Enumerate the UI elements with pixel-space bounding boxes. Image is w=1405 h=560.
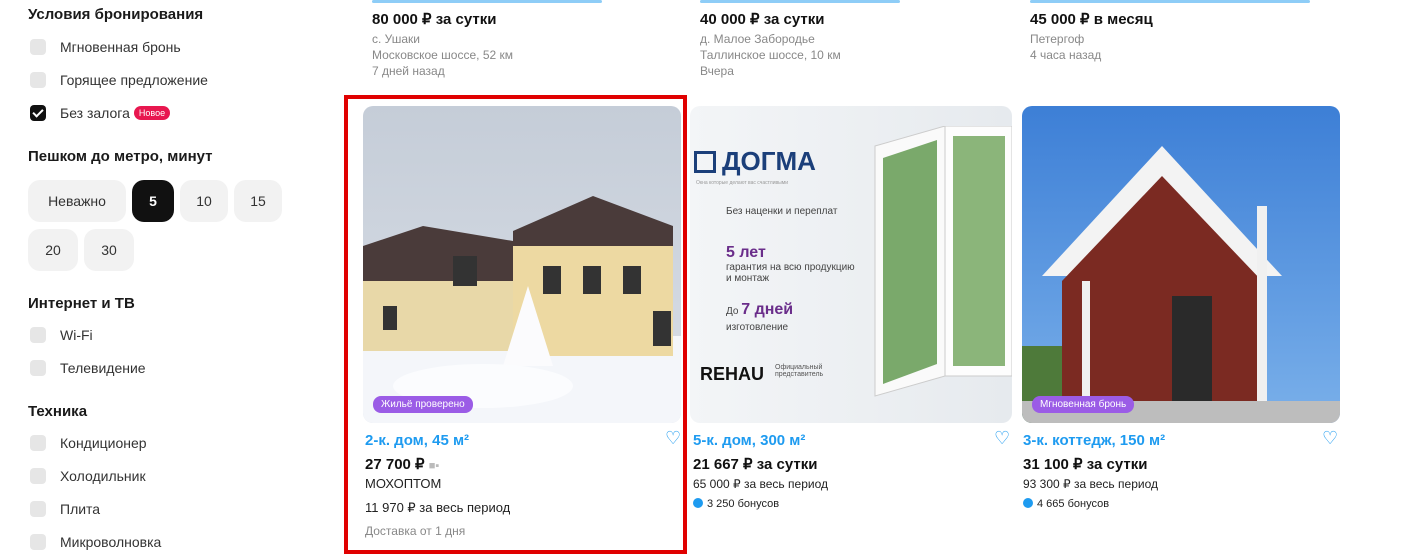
listing-bonus: 4 665 бонусов xyxy=(1023,495,1343,513)
checkbox[interactable] xyxy=(30,468,46,484)
checkbox[interactable] xyxy=(30,501,46,517)
filter-label: Холодильник xyxy=(60,468,146,484)
ad-partner-note: Официальный представитель xyxy=(775,364,824,378)
filter-label: Телевидение xyxy=(60,360,146,376)
listing-card-top-3[interactable]: 45 000 ₽ в месяц Петергоф 4 часа назад xyxy=(1030,0,1340,63)
metro-chip-5[interactable]: 5 xyxy=(132,180,174,222)
filter-tv[interactable]: Телевидение xyxy=(30,360,146,376)
cut-title xyxy=(372,0,602,3)
listing-bonus: 3 250 бонусов xyxy=(693,495,1013,513)
internet-section-title: Интернет и ТВ xyxy=(28,295,135,312)
filter-label: Кондиционер xyxy=(60,435,147,451)
highlight-box xyxy=(344,95,687,554)
listing-location: с. Ушаки xyxy=(372,32,421,46)
listing-card-2[interactable]: 5-к. дом, 300 м² 21 667 ₽ за сутки 65 00… xyxy=(693,432,1013,513)
listing-date: Вчера xyxy=(700,64,734,78)
listing-title-link[interactable]: 3-к. коттедж, 150 м² xyxy=(1023,432,1343,449)
listing-card-top-2[interactable]: 40 000 ₽ за сутки д. Малое Забородье Тал… xyxy=(700,0,1010,79)
metro-chip-30[interactable]: 30 xyxy=(84,229,134,271)
listing-road: Таллинское шоссе, 10 км xyxy=(700,48,841,62)
ad-item3: До 7 дней xyxy=(726,301,794,318)
cut-title xyxy=(700,0,900,3)
checkbox[interactable] xyxy=(30,360,46,376)
window-illustration xyxy=(874,126,1012,397)
cut-title xyxy=(1030,0,1310,3)
listing-photo-cottage[interactable]: Мгновенная бронь xyxy=(1022,106,1340,423)
new-badge: Новое xyxy=(133,106,171,120)
listing-location: Петергоф xyxy=(1030,32,1085,46)
listing-card-3[interactable]: 3-к. коттедж, 150 м² 31 100 ₽ за сутки 9… xyxy=(1023,432,1343,513)
cottage-illustration xyxy=(1022,146,1340,423)
filter-hot-offer[interactable]: Горящее предложение xyxy=(30,72,208,88)
ad-tagline: Окна которые делают вас счастливыми xyxy=(696,180,789,186)
bonus-icon xyxy=(1023,498,1033,508)
ad-item1: Без наценки и переплат xyxy=(726,206,838,217)
favorite-heart-icon[interactable]: ♡ xyxy=(1322,428,1338,449)
instant-booking-sticker: Мгновенная бронь xyxy=(1032,396,1135,413)
checkbox[interactable] xyxy=(30,39,46,55)
checkbox-checked[interactable] xyxy=(30,105,46,121)
ad-item2-big: 5 лет xyxy=(726,244,766,261)
filter-label: Горящее предложение xyxy=(60,72,208,88)
filter-label: Микроволновка xyxy=(60,534,162,550)
listing-price: 21 667 ₽ за сутки xyxy=(693,456,818,473)
listing-price: 80 000 ₽ за сутки xyxy=(372,11,497,28)
filter-label: Wi-Fi xyxy=(60,327,93,343)
favorite-heart-icon[interactable]: ♡ xyxy=(994,428,1010,449)
metro-chip-15[interactable]: 15 xyxy=(234,180,282,222)
checkbox[interactable] xyxy=(30,327,46,343)
listing-total: 93 300 ₽ за весь период xyxy=(1023,477,1158,491)
listing-photo-ad[interactable]: ДОГМА Окна которые делают вас счастливым… xyxy=(690,106,1012,423)
listing-total: 65 000 ₽ за весь период xyxy=(693,477,828,491)
filter-label: Мгновенная бронь xyxy=(60,39,181,55)
filter-wifi[interactable]: Wi-Fi xyxy=(30,327,93,343)
metro-section-title: Пешком до метро, минут xyxy=(28,148,213,165)
metro-chip-10[interactable]: 10 xyxy=(180,180,228,222)
listing-date: 7 дней назад xyxy=(372,64,445,78)
filter-no-deposit[interactable]: Без залога Новое xyxy=(30,105,171,121)
filter-label: Без залога xyxy=(60,105,130,121)
booking-section-title: Условия бронирования xyxy=(28,6,204,23)
listing-road: Московское шоссе, 52 км xyxy=(372,48,513,62)
checkbox[interactable] xyxy=(30,435,46,451)
checkbox[interactable] xyxy=(30,534,46,550)
listing-price: 45 000 ₽ в месяц xyxy=(1030,11,1153,28)
filter-instant-booking[interactable]: Мгновенная бронь xyxy=(30,39,181,55)
ad-item2: гарантия на всю продукцию и монтаж xyxy=(726,262,855,284)
filter-label: Плита xyxy=(60,501,101,517)
checkbox[interactable] xyxy=(30,72,46,88)
filter-stove[interactable]: Плита xyxy=(30,501,100,517)
listing-price: 40 000 ₽ за сутки xyxy=(700,11,825,28)
filter-fridge[interactable]: Холодильник xyxy=(30,468,146,484)
filter-microwave[interactable]: Микроволновка xyxy=(30,534,161,550)
metro-chip-any[interactable]: Неважно xyxy=(28,180,126,222)
listing-date: 4 часа назад xyxy=(1030,48,1102,62)
listing-card-top-1[interactable]: 80 000 ₽ за сутки с. Ушаки Московское шо… xyxy=(372,0,682,79)
ad-item3-text: изготовление xyxy=(726,322,789,333)
ad-partner: REHAU xyxy=(700,364,765,384)
metro-chip-20[interactable]: 20 xyxy=(28,229,78,271)
listing-price: 31 100 ₽ за сутки xyxy=(1023,456,1148,473)
listing-title-link[interactable]: 5-к. дом, 300 м² xyxy=(693,432,1013,449)
bonus-icon xyxy=(693,498,703,508)
ad-brand: ДОГМА xyxy=(694,146,816,177)
appliances-section-title: Техника xyxy=(28,403,88,420)
listing-location: д. Малое Забородье xyxy=(700,32,815,46)
filter-ac[interactable]: Кондиционер xyxy=(30,435,147,451)
